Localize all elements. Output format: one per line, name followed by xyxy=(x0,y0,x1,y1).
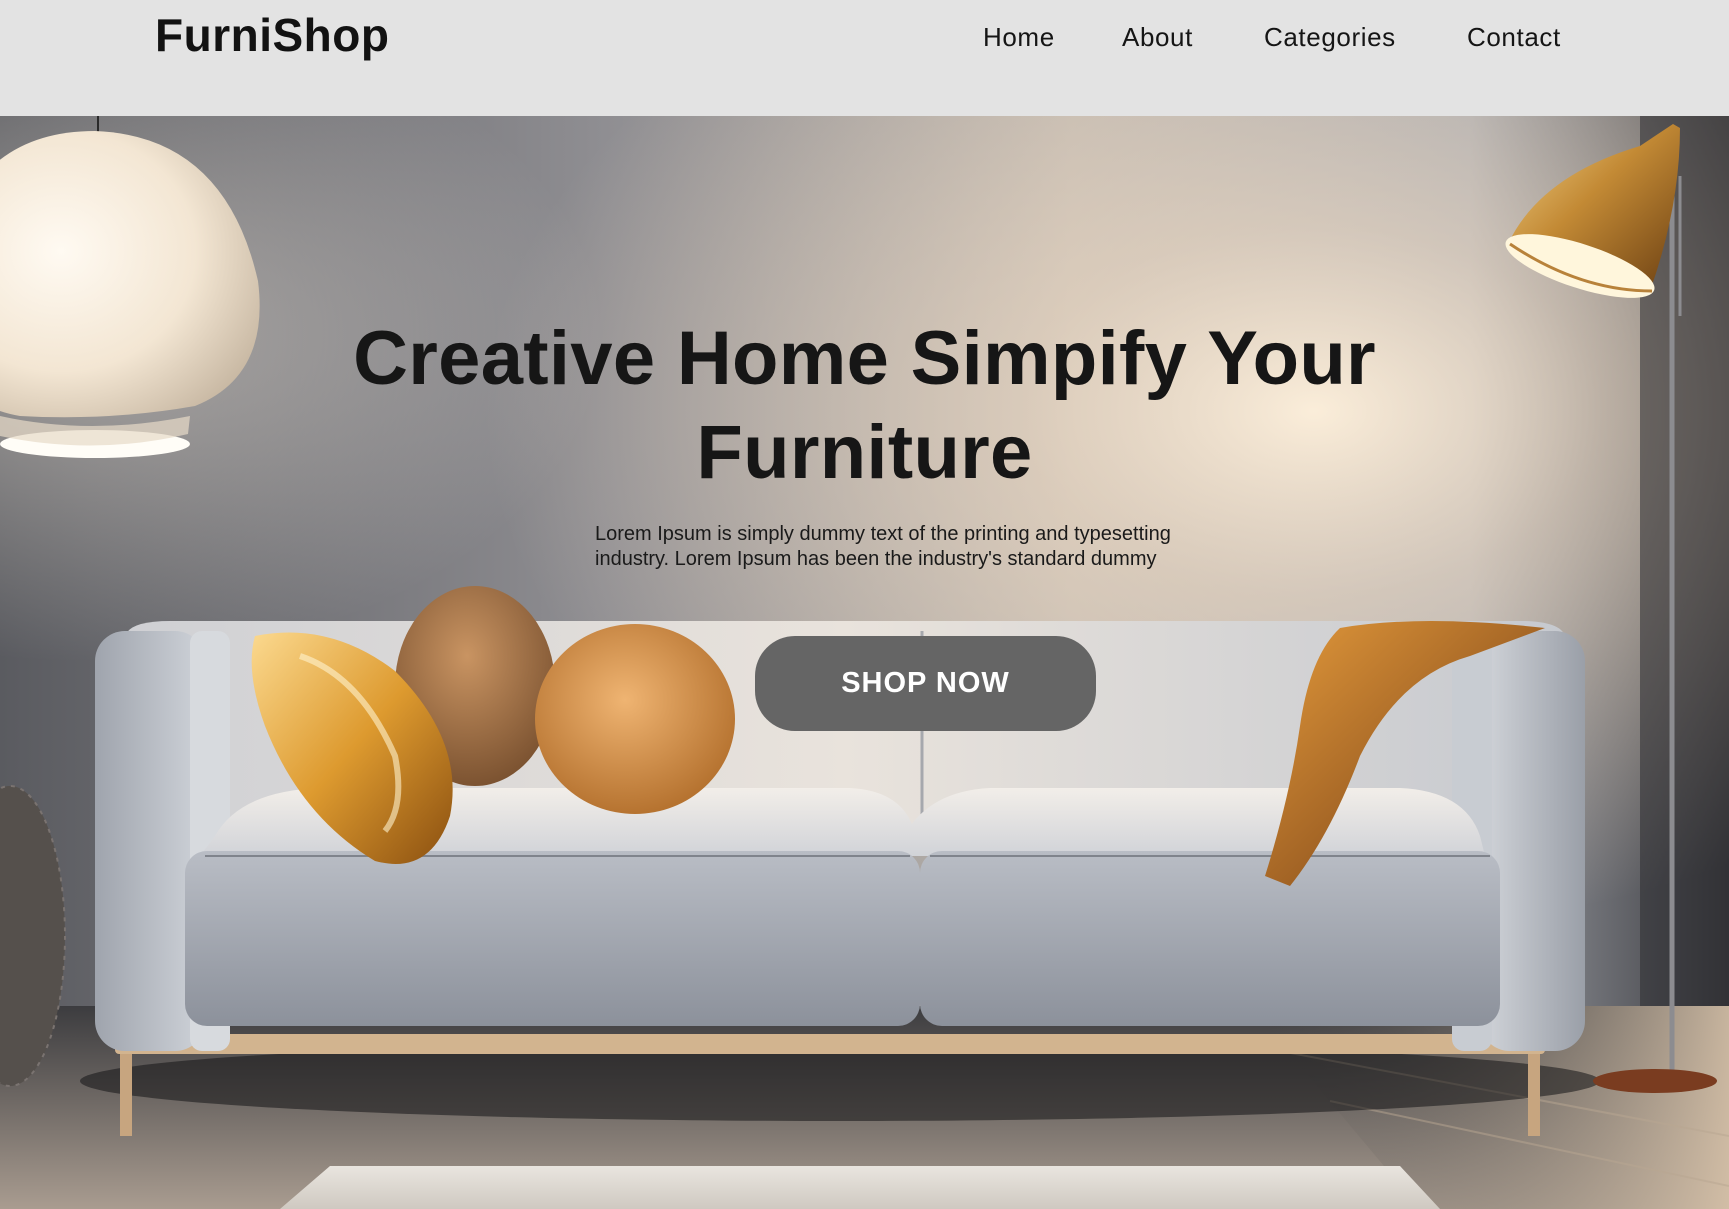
hero-description-line-2: industry. Lorem Ipsum has been the indus… xyxy=(595,548,1157,570)
landing-page: FurniShop Home About Categories Contact xyxy=(0,0,1729,1209)
site-header: FurniShop Home About Categories Contact xyxy=(0,0,1729,116)
nav-link-contact[interactable]: Contact xyxy=(1467,22,1561,53)
nav-link-home[interactable]: Home xyxy=(983,22,1055,53)
hero-description-line-1: Lorem Ipsum is simply dummy text of the … xyxy=(595,523,1171,545)
hero-description: Lorem Ipsum is simply dummy text of the … xyxy=(595,522,1285,572)
hero-title: Creative Home Simpify Your Furniture xyxy=(200,312,1529,500)
hero-title-line-1: Creative Home Simpify Your xyxy=(353,316,1376,401)
shop-now-button[interactable]: SHOP NOW xyxy=(755,636,1096,731)
nav-link-about[interactable]: About xyxy=(1122,22,1193,53)
hero-title-line-2: Furniture xyxy=(696,410,1033,495)
nav-link-categories[interactable]: Categories xyxy=(1264,22,1396,53)
hero-section: Creative Home Simpify Your Furniture Lor… xyxy=(0,116,1729,1209)
main-nav: Home About Categories Contact xyxy=(0,22,1729,62)
